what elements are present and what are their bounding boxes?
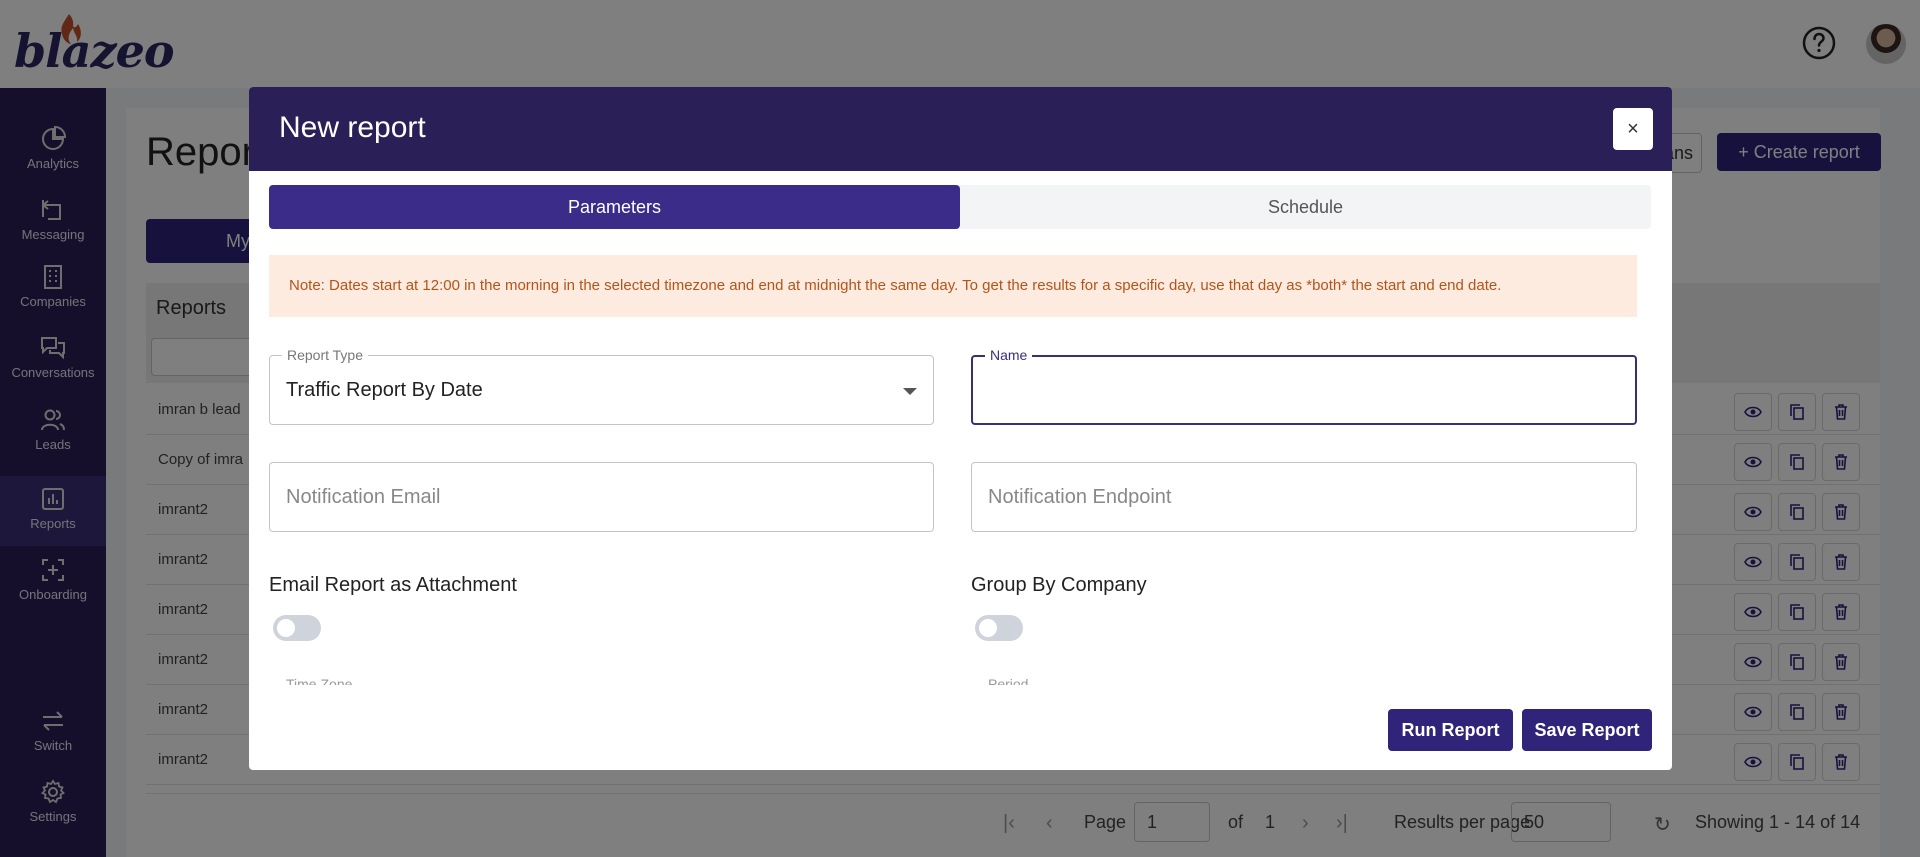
toggle-knob: [979, 619, 997, 637]
email-attachment-toggle[interactable]: [273, 615, 321, 641]
save-report-button[interactable]: Save Report: [1522, 709, 1652, 751]
modal-title: New report: [279, 111, 426, 144]
modal-header: New report ×: [249, 87, 1672, 171]
report-type-label: Report Type: [282, 347, 369, 363]
notification-endpoint-input[interactable]: Notification Endpoint: [971, 462, 1637, 532]
email-attachment-label: Email Report as Attachment: [269, 574, 517, 596]
tab-schedule[interactable]: Schedule: [960, 185, 1651, 229]
group-by-company-toggle[interactable]: [975, 615, 1023, 641]
name-input[interactable]: Name: [971, 347, 1637, 425]
caret-down-icon: [903, 388, 917, 395]
name-label: Name: [985, 347, 1033, 363]
toggle-knob: [277, 619, 295, 637]
notification-email-input[interactable]: Notification Email: [269, 462, 934, 532]
time-zone-label: Time Zone: [286, 677, 353, 685]
period-label: Period: [988, 677, 1029, 685]
timezone-note: Note: Dates start at 12:00 in the mornin…: [269, 255, 1637, 317]
group-by-company-label: Group By Company: [971, 574, 1147, 596]
close-button[interactable]: ×: [1613, 108, 1653, 150]
run-report-button[interactable]: Run Report: [1388, 709, 1513, 751]
report-type-value: Traffic Report By Date: [286, 379, 483, 401]
new-report-modal: New report × Parameters Schedule Note: D…: [249, 87, 1672, 770]
notification-endpoint-placeholder: Notification Endpoint: [988, 486, 1172, 508]
notification-email-placeholder: Notification Email: [286, 486, 441, 508]
tab-parameters[interactable]: Parameters: [269, 185, 960, 229]
close-icon: ×: [1627, 118, 1639, 140]
modal-tabs: Parameters Schedule: [269, 185, 1651, 229]
report-type-select[interactable]: Report Type Traffic Report By Date: [269, 347, 934, 425]
